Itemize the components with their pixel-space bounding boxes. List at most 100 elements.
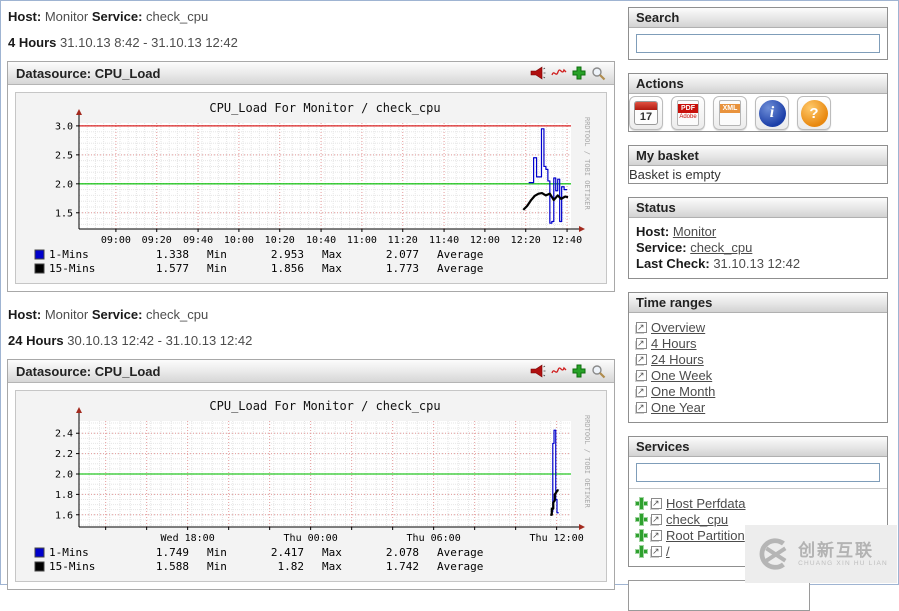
datasource-bar: Datasource: CPU_Load <box>8 62 614 85</box>
svg-text:12:20: 12:20 <box>511 235 541 246</box>
svg-text:CPU_Load For Monitor / check_c: CPU_Load For Monitor / check_cpu <box>209 399 440 413</box>
open-window-icon <box>651 530 662 541</box>
megaphone-icon[interactable] <box>530 66 546 80</box>
datasource-actions <box>530 66 606 81</box>
service-value: check_cpu <box>146 307 209 322</box>
sparkline-icon[interactable] <box>551 364 567 378</box>
add-to-basket-icon[interactable] <box>572 364 586 378</box>
time-range-link-one-year[interactable]: One Year <box>651 400 705 415</box>
time-range-link-one-month[interactable]: One Month <box>651 384 715 399</box>
calendar-icon[interactable]: 17 <box>629 96 663 130</box>
svg-text:09:40: 09:40 <box>183 235 213 246</box>
add-icon[interactable] <box>636 498 647 509</box>
svg-text:Min: Min <box>207 560 227 573</box>
rrd-graph: 1.5 2.0 2.5 3.0 09:00 09:20 09:40 10:00 10:20 10:… <box>34 101 591 275</box>
time-range-link-24-hours[interactable]: 24 Hours <box>651 352 704 367</box>
add-to-basket-icon[interactable] <box>572 66 586 80</box>
period-label: 24 Hours <box>8 333 64 348</box>
watermark-text-cn: 创新互联 <box>798 540 875 560</box>
time-range-link-4-hours[interactable]: 4 Hours <box>651 336 697 351</box>
svg-text:1.6: 1.6 <box>55 510 73 521</box>
basket-empty-text: Basket is empty <box>629 167 721 182</box>
site-watermark: 创新互联 CHUANG XIN HU LIAN <box>745 525 897 583</box>
date-range: 31.10.13 8:42 - 31.10.13 12:42 <box>60 35 238 50</box>
svg-text:2.2: 2.2 <box>55 449 73 460</box>
svg-text:2.077: 2.077 <box>386 248 419 261</box>
service-link-check-cpu[interactable]: check_cpu <box>666 512 728 527</box>
status-lastcheck-value: 31.10.13 12:42 <box>713 256 801 271</box>
magnifier-icon[interactable] <box>591 66 606 81</box>
datasource-bar: Datasource: CPU_Load <box>8 360 614 383</box>
sidebar: Search Actions 17 PDF Adobe XML i ? My b… <box>621 1 894 611</box>
svg-text:RRDTOOL / TOBI OETIKER: RRDTOOL / TOBI OETIKER <box>583 117 591 211</box>
svg-text:Average: Average <box>437 248 483 261</box>
sparkline-icon[interactable] <box>551 66 567 80</box>
svg-text:Thu 12:00: Thu 12:00 <box>530 533 584 544</box>
open-window-icon <box>636 402 647 413</box>
svg-text:2.5: 2.5 <box>55 150 73 161</box>
pdf-export-icon[interactable]: PDF Adobe <box>671 96 705 130</box>
svg-text:Min: Min <box>207 546 227 559</box>
status-host-link[interactable]: Monitor <box>673 224 716 239</box>
time-range-link-overview[interactable]: Overview <box>651 320 705 335</box>
graph-panel: 1.5 2.0 2.5 3.0 09:00 09:20 09:40 10:00 10:20 10:… <box>15 92 607 284</box>
status-lastcheck-label: Last Check: <box>636 256 710 271</box>
service-link-root-slash[interactable]: / <box>666 544 670 559</box>
svg-text:Average: Average <box>437 560 483 573</box>
svg-text:RRDTOOL / TOBI OETIKER: RRDTOOL / TOBI OETIKER <box>583 415 591 509</box>
status-host-label: Host: <box>636 224 670 239</box>
host-label: Host: <box>8 9 42 24</box>
svg-text:Average: Average <box>437 546 483 559</box>
megaphone-icon[interactable] <box>530 364 546 378</box>
watermark-text-en: CHUANG XIN HU LIAN <box>798 559 888 567</box>
rrd-graph: 1.6 1.8 2.0 2.2 2.4 Wed 18:00 Thu 00:00 Thu 06:… <box>34 399 591 573</box>
search-input[interactable] <box>636 34 880 53</box>
info-icon[interactable]: i <box>755 96 789 130</box>
svg-text:12:00: 12:00 <box>470 235 500 246</box>
svg-text:09:20: 09:20 <box>142 235 172 246</box>
service-link-host-perfdata[interactable]: Host Perfdata <box>666 496 746 511</box>
svg-text:11:40: 11:40 <box>429 235 459 246</box>
svg-text:CPU_Load For Monitor / check_c: CPU_Load For Monitor / check_cpu <box>209 101 440 115</box>
period-label: 4 Hours <box>8 35 57 50</box>
datasource-box: Datasource: CPU_Load <box>7 61 615 292</box>
service-link-root-partition[interactable]: Root Partition <box>666 528 745 543</box>
main-layout: Host: Monitor Service: check_cpu 4 Hours… <box>1 1 898 611</box>
add-icon[interactable] <box>636 514 647 525</box>
help-icon[interactable]: ? <box>797 96 831 130</box>
svg-text:12:40: 12:40 <box>552 235 582 246</box>
graph-panel: 1.6 1.8 2.0 2.2 2.4 Wed 18:00 Thu 00:00 Thu 06:… <box>15 390 607 582</box>
svg-text:1.8: 1.8 <box>55 490 73 501</box>
status-service-link[interactable]: check_cpu <box>690 240 752 255</box>
time-range-link-one-week[interactable]: One Week <box>651 368 712 383</box>
svg-text:2.4: 2.4 <box>55 429 73 440</box>
open-window-icon <box>636 322 647 333</box>
services-filter-input[interactable] <box>636 463 880 482</box>
svg-text:Max: Max <box>322 262 342 275</box>
xml-export-icon[interactable]: XML <box>713 96 747 130</box>
status-service-label: Service: <box>636 240 687 255</box>
open-window-icon <box>651 546 662 557</box>
host-service-line: Host: Monitor Service: check_cpu <box>8 307 621 322</box>
svg-text:2.078: 2.078 <box>386 546 419 559</box>
open-window-icon <box>636 386 647 397</box>
cx-logo-icon <box>759 538 787 570</box>
magnifier-icon[interactable] <box>591 364 606 379</box>
add-icon[interactable] <box>636 546 647 557</box>
svg-text:2.0: 2.0 <box>55 470 73 481</box>
datasource-actions <box>530 364 606 379</box>
svg-text:1-Mins: 1-Mins <box>49 248 89 261</box>
time-ranges-header: Time ranges <box>629 293 887 313</box>
calendar-day: 17 <box>639 111 653 123</box>
host-label: Host: <box>8 307 42 322</box>
open-window-icon <box>636 370 647 381</box>
svg-text:1.856: 1.856 <box>271 262 304 275</box>
svg-text:Average: Average <box>437 262 483 275</box>
svg-text:Min: Min <box>207 248 227 261</box>
add-icon[interactable] <box>636 530 647 541</box>
open-window-icon <box>651 514 662 525</box>
svg-text:3.0: 3.0 <box>55 121 73 132</box>
search-header: Search <box>629 8 887 28</box>
service-label: Service: <box>91 307 143 322</box>
svg-text:Max: Max <box>322 546 342 559</box>
